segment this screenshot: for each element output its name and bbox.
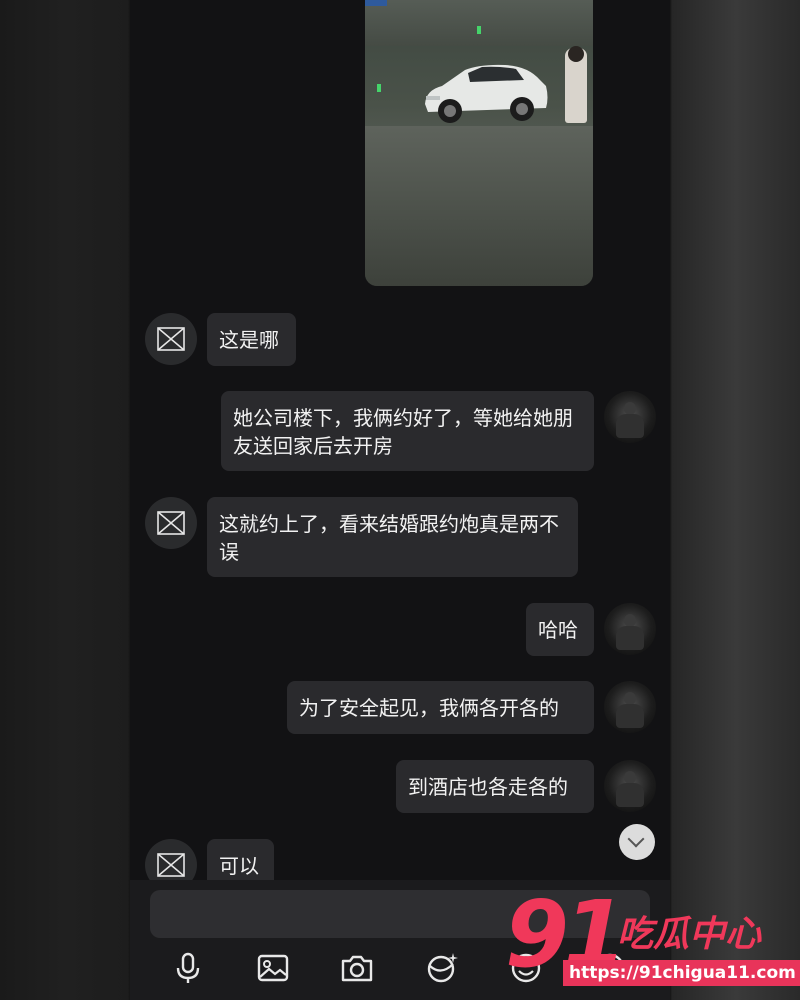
message-bubble-incoming[interactable]: 这是哪: [207, 313, 296, 366]
self-avatar[interactable]: [604, 681, 656, 733]
photo-green-light: [477, 26, 481, 34]
photo-green-light: [377, 84, 381, 92]
parking-sign-icon: [365, 0, 387, 6]
photo-ceiling: [365, 0, 593, 46]
photo-car: [425, 64, 548, 123]
envelope-icon: [157, 511, 185, 535]
scroll-to-bottom-button[interactable]: [619, 824, 655, 860]
message-text: 哈哈: [538, 618, 578, 642]
message-bubble-incoming[interactable]: 这就约上了，看来结婚跟约炮真是两不误: [207, 497, 578, 577]
message-bubble-outgoing[interactable]: 为了安全起见，我俩各开各的: [287, 681, 594, 734]
envelope-icon: [157, 327, 185, 351]
image-icon[interactable]: [253, 948, 293, 988]
message-text: 这就约上了，看来结婚跟约炮真是两不误: [219, 512, 559, 564]
sticker-icon[interactable]: [422, 948, 462, 988]
message-text: 为了安全起见，我俩各开各的: [299, 696, 559, 720]
watermark-url: https://91chigua11.com: [563, 960, 800, 986]
message-text: 可以: [219, 854, 259, 878]
contact-avatar[interactable]: [145, 497, 197, 549]
message-bubble-outgoing[interactable]: 到酒店也各走各的: [396, 760, 594, 813]
contact-avatar[interactable]: [145, 313, 197, 365]
self-avatar[interactable]: [604, 391, 656, 443]
message-bubble-outgoing[interactable]: 她公司楼下，我俩约好了，等她给她朋友送回家后去开房: [221, 391, 594, 471]
self-avatar[interactable]: [604, 603, 656, 655]
message-text: 到酒店也各走各的: [408, 775, 568, 799]
message-text: 这是哪: [219, 328, 279, 352]
self-avatar[interactable]: [604, 760, 656, 812]
chat-screen: 这是哪 她公司楼下，我俩约好了，等她给她朋友送回家后去开房 这就约上了，看来结婚…: [130, 0, 670, 1000]
envelope-icon: [157, 853, 185, 877]
message-bubble-outgoing[interactable]: 哈哈: [526, 603, 594, 656]
photo-floor: [365, 126, 593, 286]
shared-photo[interactable]: [365, 0, 593, 286]
watermark-name: 吃瓜中心: [617, 914, 762, 955]
camera-icon[interactable]: [337, 948, 377, 988]
microphone-icon[interactable]: [168, 948, 208, 988]
watermark: 91 吃瓜中心 https://91chigua11.com: [505, 885, 800, 995]
message-text: 她公司楼下，我俩约好了，等她给她朋友送回家后去开房: [233, 406, 573, 458]
photo-person: [565, 46, 587, 123]
